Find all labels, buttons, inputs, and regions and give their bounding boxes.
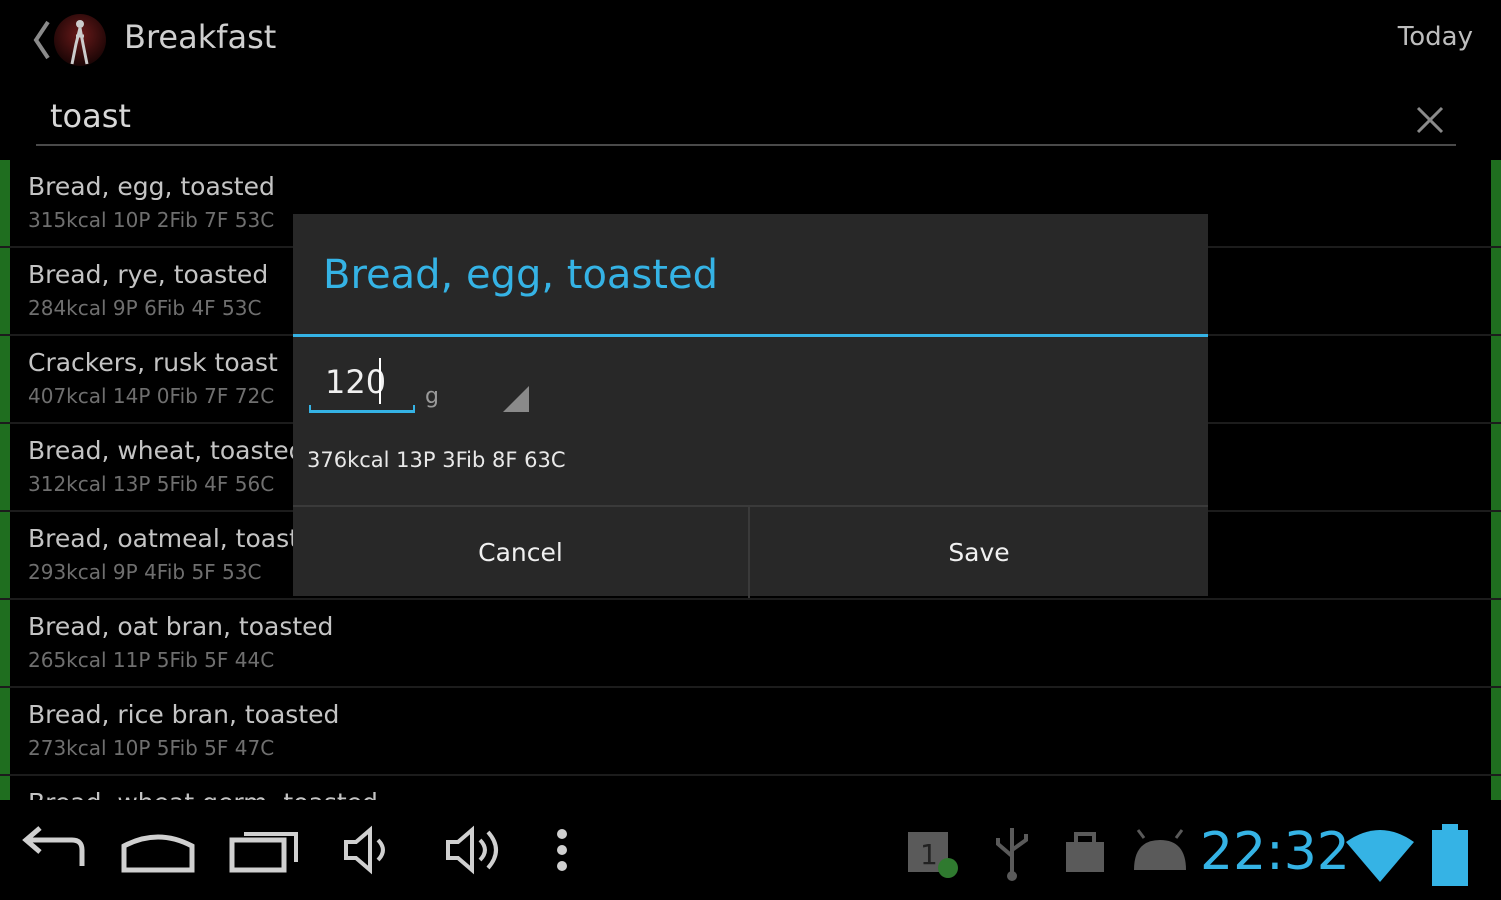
food-name: Bread, wheat, toasted bbox=[28, 436, 305, 465]
list-marker bbox=[1491, 512, 1501, 598]
food-nutrition: 293kcal 9P 4Fib 5F 53C bbox=[28, 560, 262, 584]
list-marker bbox=[0, 512, 10, 598]
menu-icon[interactable] bbox=[552, 822, 572, 878]
list-marker bbox=[0, 160, 10, 246]
list-marker bbox=[1491, 248, 1501, 334]
food-name: Bread, rice bran, toasted bbox=[28, 700, 340, 729]
list-marker bbox=[0, 248, 10, 334]
list-item[interactable]: Bread, wheat germ, toasted bbox=[0, 776, 1501, 800]
android-debug-icon[interactable] bbox=[1130, 826, 1190, 882]
list-marker bbox=[1491, 336, 1501, 422]
food-nutrition: 315kcal 10P 2Fib 7F 53C bbox=[28, 208, 275, 232]
chevron-left-icon[interactable] bbox=[30, 18, 54, 62]
dialog-title: Bread, egg, toasted bbox=[323, 252, 718, 298]
cancel-button[interactable]: Cancel bbox=[293, 507, 750, 598]
amount-dialog: Bread, egg, toasted g 376kcal 13P 3Fib 8… bbox=[293, 214, 1208, 598]
recent-apps-icon[interactable] bbox=[228, 822, 300, 878]
food-nutrition: 407kcal 14P 0Fib 7F 72C bbox=[28, 384, 275, 408]
shopping-bag-icon[interactable] bbox=[1062, 826, 1108, 882]
list-marker bbox=[0, 424, 10, 510]
volume-down-icon[interactable] bbox=[342, 822, 392, 878]
food-name: Bread, egg, toasted bbox=[28, 172, 275, 201]
dropdown-arrow-icon bbox=[503, 386, 529, 412]
dialog-button-bar: Cancel Save bbox=[293, 505, 1208, 598]
text-cursor bbox=[379, 358, 381, 404]
food-name: Crackers, rusk toast bbox=[28, 348, 278, 377]
list-marker bbox=[1491, 688, 1501, 774]
amount-field bbox=[309, 354, 415, 413]
list-marker bbox=[1491, 160, 1501, 246]
svg-text:1: 1 bbox=[920, 838, 938, 871]
search-bar bbox=[36, 90, 1456, 146]
battery-icon[interactable] bbox=[1428, 822, 1472, 888]
back-icon[interactable] bbox=[18, 822, 86, 878]
list-marker bbox=[0, 776, 10, 800]
list-marker bbox=[1491, 600, 1501, 686]
unit-label: g bbox=[425, 384, 439, 409]
close-icon[interactable] bbox=[1410, 100, 1450, 140]
amount-input[interactable] bbox=[325, 360, 405, 404]
list-marker bbox=[0, 688, 10, 774]
volume-up-icon[interactable] bbox=[444, 822, 504, 878]
food-name: Bread, wheat germ, toasted bbox=[28, 788, 378, 800]
home-icon[interactable] bbox=[120, 822, 196, 878]
app-logo-icon[interactable] bbox=[52, 10, 108, 70]
page-title: Breakfast bbox=[124, 18, 277, 56]
food-nutrition: 284kcal 9P 6Fib 4F 53C bbox=[28, 296, 262, 320]
food-name: Bread, rye, toasted bbox=[28, 260, 269, 289]
list-marker bbox=[1491, 424, 1501, 510]
food-name: Bread, oat bran, toasted bbox=[28, 612, 334, 641]
list-item[interactable]: Bread, oat bran, toasted 265kcal 11P 5Fi… bbox=[0, 600, 1501, 688]
date-selector[interactable]: Today bbox=[1398, 22, 1473, 52]
list-item[interactable]: Bread, rice bran, toasted 273kcal 10P 5F… bbox=[0, 688, 1501, 776]
wifi-icon[interactable] bbox=[1344, 824, 1416, 886]
food-name: Bread, oatmeal, toasted bbox=[28, 524, 331, 553]
usb-icon[interactable] bbox=[990, 826, 1034, 882]
list-marker bbox=[1491, 776, 1501, 800]
food-nutrition: 265kcal 11P 5Fib 5F 44C bbox=[28, 648, 275, 672]
dialog-divider bbox=[293, 334, 1208, 337]
action-bar: Breakfast Today bbox=[0, 0, 1501, 80]
save-button[interactable]: Save bbox=[750, 507, 1208, 598]
food-nutrition: 312kcal 13P 5Fib 4F 56C bbox=[28, 472, 275, 496]
system-bar: 1 22:32 bbox=[0, 800, 1501, 900]
nutrition-summary: 376kcal 13P 3Fib 8F 63C bbox=[307, 448, 566, 472]
list-marker bbox=[0, 600, 10, 686]
list-marker bbox=[0, 336, 10, 422]
search-input[interactable] bbox=[50, 94, 1390, 138]
unit-spinner[interactable]: g bbox=[419, 382, 529, 416]
clock[interactable]: 22:32 bbox=[1200, 822, 1350, 882]
food-nutrition: 273kcal 10P 5Fib 5F 47C bbox=[28, 736, 275, 760]
calendar-notification-icon[interactable]: 1 bbox=[904, 826, 964, 882]
